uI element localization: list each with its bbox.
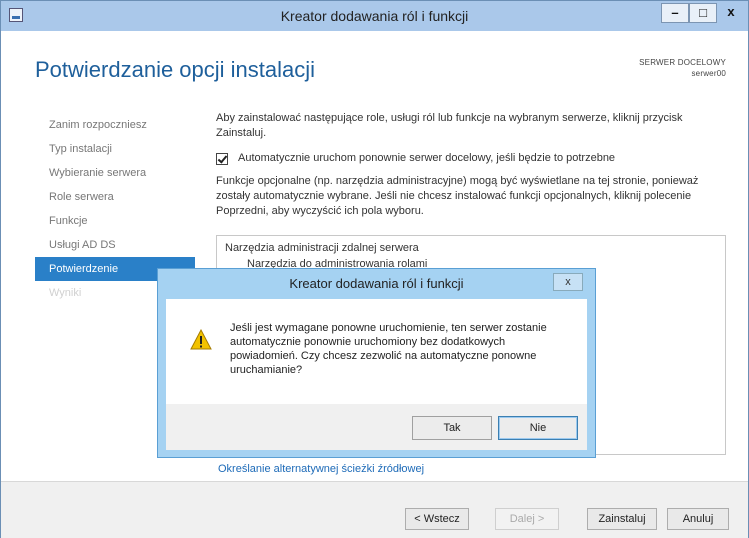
dialog-close-button[interactable]: x: [553, 273, 583, 291]
nav-item-before-you-begin[interactable]: Zanim rozpoczniesz: [35, 113, 195, 137]
title-bar[interactable]: Kreator dodawania ról i funkcji – □ x: [1, 1, 748, 31]
dialog-title: Kreator dodawania ról i funkcji: [289, 276, 464, 291]
wizard-footer: < Wstecz Dalej > Zainstaluj Anuluj: [1, 481, 748, 538]
restart-option[interactable]: Automatycznie uruchom ponownie serwer do…: [216, 151, 726, 166]
previous-button[interactable]: < Wstecz: [405, 508, 469, 530]
nav-item-installation-type[interactable]: Typ instalacji: [35, 137, 195, 161]
destination-label: SERWER DOCELOWY: [639, 58, 726, 67]
no-button[interactable]: Nie: [498, 416, 578, 440]
intro-text: Aby zainstalować następujące role, usług…: [216, 112, 683, 139]
install-button[interactable]: Zainstaluj: [587, 508, 657, 530]
maximize-button[interactable]: □: [689, 3, 717, 23]
restart-checkbox-label[interactable]: Automatycznie uruchom ponownie serwer do…: [238, 151, 615, 166]
dialog-message: Jeśli jest wymagane ponowne uruchomienie…: [230, 322, 547, 376]
alternate-source-path-link[interactable]: Określanie alternatywnej ścieżki źródłow…: [218, 463, 424, 475]
page-title: Potwierdzanie opcji instalacji: [35, 57, 316, 82]
close-button[interactable]: x: [717, 3, 745, 23]
destination-server-name: serwer00: [691, 69, 726, 78]
restart-confirmation-dialog: Kreator dodawania ról i funkcji x Jeśli …: [157, 268, 596, 458]
cancel-button[interactable]: Anuluj: [667, 508, 729, 530]
next-button: Dalej >: [495, 508, 559, 530]
window-title: Kreator dodawania ról i funkcji: [280, 8, 469, 24]
minimize-button[interactable]: –: [661, 3, 689, 23]
nav-item-server-selection[interactable]: Wybieranie serwera: [35, 161, 195, 185]
optional-features-info: Funkcje opcjonalne (np. narzędzia admini…: [216, 175, 699, 217]
main-panel: Aby zainstalować następujące role, usług…: [216, 111, 726, 229]
dialog-footer: Tak Nie: [166, 404, 587, 450]
destination-server-info: SERWER DOCELOWY serwer00: [639, 57, 726, 79]
nav-item-features[interactable]: Funkcje: [35, 209, 195, 233]
nav-item-server-roles[interactable]: Role serwera: [35, 185, 195, 209]
warning-icon: [190, 329, 212, 350]
dialog-body: Jeśli jest wymagane ponowne uruchomienie…: [166, 299, 587, 404]
restart-checkbox[interactable]: [216, 152, 228, 165]
yes-button[interactable]: Tak: [412, 416, 492, 440]
list-item: Narzędzia administracji zdalnej serwera: [225, 242, 419, 254]
nav-item-ad-ds[interactable]: Usługi AD DS: [35, 233, 195, 257]
